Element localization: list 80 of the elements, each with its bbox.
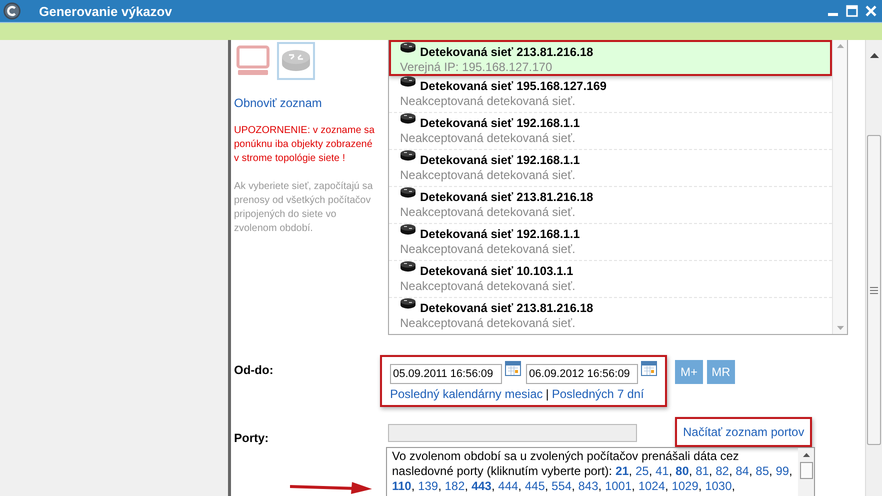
date-shortcut-link[interactable]: Posledný kalendárny mesiac [390, 387, 543, 401]
network-title: Detekovaná sieť 213.81.216.18 [420, 190, 594, 204]
port-link[interactable]: 182 [444, 479, 465, 493]
network-title: Detekovaná sieť 192.168.1.1 [420, 227, 580, 241]
router-icon [400, 42, 416, 53]
ports-text: Vo zvolenom období sa u zvolených počítačov prenášali dáta cez nasledovné porty (kliknutím vyberte port): 21, 25, 41, 80, 81, 82, 84, 85, 99, 110, 139, 182, 443, 444, 445, 554, 843, 1001, 1024, 1029, 1030, [391, 448, 794, 495]
network-title: Detekovaná sieť 213.81.216.18 [420, 45, 594, 59]
port-link[interactable]: 82 [716, 464, 729, 478]
port-link[interactable]: 139 [418, 479, 438, 493]
network-subtitle: Neakceptovaná detekovaná sieť. [400, 94, 576, 108]
scrollbar[interactable] [798, 448, 814, 496]
date-shortcut-link[interactable]: Posledných 7 dní [552, 387, 644, 401]
network-title: Detekovaná sieť 192.168.1.1 [420, 153, 580, 167]
network-item[interactable]: Detekovaná sieť 192.168.1.1 Neakceptovaná detekovaná sieť. [389, 224, 832, 261]
scrollbar-thumb[interactable] [800, 462, 812, 479]
port-link[interactable]: 81 [696, 464, 709, 478]
end-date-field[interactable]: 06.09.2012 16:56:09 [526, 364, 638, 384]
port-link[interactable]: 25 [635, 464, 649, 478]
network-subtitle: Neakceptovaná detekovaná sieť. [400, 205, 576, 219]
network-title: Detekovaná sieť 195.168.127.169 [420, 79, 607, 93]
port-link[interactable]: 1029 [672, 479, 698, 493]
port-link[interactable]: 99 [776, 464, 790, 478]
router-icon [400, 150, 416, 161]
port-link[interactable]: 41 [656, 464, 669, 478]
scroll-up-icon[interactable] [802, 453, 810, 457]
load-ports-link[interactable]: Načítať zoznam portov [683, 425, 804, 439]
network-subtitle: Verejná IP: 195.168.127.170 [400, 60, 554, 74]
network-subtitle: Neakceptovaná detekovaná sieť. [400, 242, 576, 256]
router-icon [400, 224, 416, 235]
warning-text: UPOZORNENIE: v zozname sa ponúknu iba objekty zobrazené v strome topológie siete ! [234, 124, 376, 166]
calendar-icon[interactable] [505, 361, 521, 376]
network-item[interactable]: Detekovaná sieť 195.168.127.169 Neakceptovaná detekovaná sieť. [389, 76, 832, 113]
port-link[interactable]: 85 [756, 464, 770, 478]
maximize-icon[interactable] [846, 5, 858, 17]
separator-text: | [546, 387, 549, 401]
window-title: Generovanie výkazov [39, 4, 172, 18]
port-link[interactable]: 1030 [705, 479, 732, 493]
start-date-field[interactable]: 05.09.2011 16:56:09 [390, 364, 502, 384]
network-item[interactable]: Detekovaná sieť 10.103.1.1 Neakceptovaná detekovaná sieť. [389, 261, 832, 298]
scrollbar-thumb[interactable] [867, 135, 881, 445]
router-icon [400, 76, 416, 87]
router-icon [400, 261, 416, 272]
port-link[interactable]: 84 [736, 464, 749, 478]
port-link[interactable]: 110 [392, 479, 412, 493]
network-subtitle: Neakceptovaná detekovaná sieť. [400, 168, 576, 182]
port-link[interactable]: 21 [615, 464, 629, 478]
port-link[interactable]: 443 [471, 479, 492, 493]
port-link[interactable]: 445 [524, 479, 545, 493]
router-icon [400, 113, 416, 124]
network-item[interactable]: Detekovaná sieť 192.168.1.1 Neakceptovaná detekovaná sieť. [389, 150, 832, 187]
network-item[interactable]: Detekovaná sieť 213.81.216.18 Verejná IP: 195.168.127.170 [389, 40, 832, 76]
scroll-down-icon[interactable] [836, 326, 844, 330]
router-icon [400, 298, 416, 309]
network-subtitle: Neakceptovaná detekovaná sieť. [400, 316, 576, 330]
network-title: Detekovaná sieť 213.81.216.18 [420, 301, 594, 315]
port-link[interactable]: 554 [552, 479, 572, 493]
network-title: Detekovaná sieť 10.103.1.1 [420, 264, 574, 278]
scroll-up-icon[interactable] [870, 53, 878, 58]
grip-icon [870, 286, 878, 294]
hint-text: Ak vyberiete sieť, započítajú sa prenosy od všetkých počítačov pripojených do siete vo zvolenom období. [234, 180, 374, 236]
scrollbar[interactable] [865, 40, 882, 496]
period-label: Od-do: [233, 363, 274, 377]
router-icon [400, 187, 416, 198]
network-subtitle: Neakceptovaná detekovaná sieť. [400, 131, 576, 145]
ports-label: Porty: [233, 431, 270, 445]
refresh-link[interactable]: Obnoviť zoznam [234, 96, 322, 110]
port-link[interactable]: 80 [676, 464, 689, 478]
network-subtitle: Neakceptovaná detekovaná sieť. [400, 279, 576, 293]
calendar-icon[interactable] [641, 361, 657, 376]
app-logo-icon [3, 2, 21, 20]
router-option[interactable] [277, 42, 315, 80]
close-icon[interactable] [865, 5, 877, 17]
port-link[interactable]: 1024 [638, 479, 666, 493]
network-title: Detekovaná sieť 192.168.1.1 [420, 116, 580, 130]
port-link[interactable]: 843 [578, 479, 598, 493]
network-item[interactable]: Detekovaná sieť 213.81.216.18 Neakceptovaná detekovaná sieť. [389, 187, 832, 224]
scrollbar[interactable] [832, 40, 847, 334]
port-link[interactable]: 444 [498, 479, 518, 493]
network-item[interactable]: Detekovaná sieť 192.168.1.1 Neakceptovaná detekovaná sieť. [389, 113, 832, 150]
port-link[interactable]: 1001 [604, 479, 632, 493]
